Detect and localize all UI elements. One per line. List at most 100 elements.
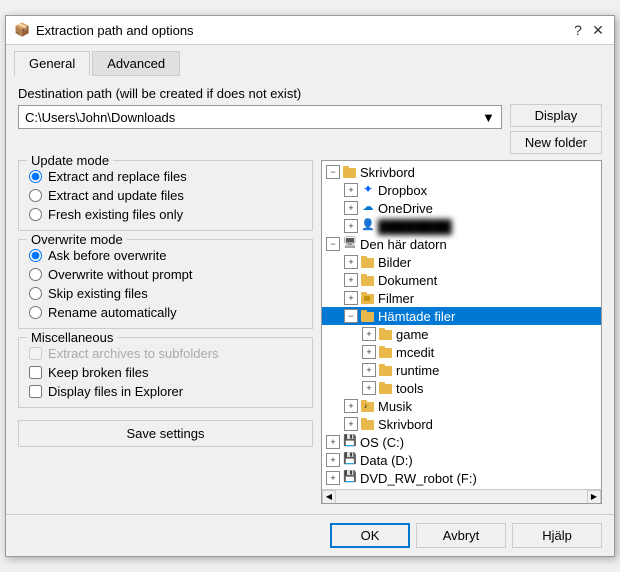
tree-expand-dvd[interactable]: + bbox=[326, 471, 340, 485]
tree-expand-skrivbord[interactable]: − bbox=[326, 165, 340, 179]
tab-general[interactable]: General bbox=[14, 51, 90, 76]
tree-expand-tools[interactable]: + bbox=[362, 381, 376, 395]
tree-item-label-mcedit: mcedit bbox=[396, 345, 434, 360]
tree-item-label-filmer: Filmer bbox=[378, 291, 414, 306]
tree-expand-blurred[interactable]: + bbox=[344, 219, 358, 233]
radio-extract-replace-input[interactable] bbox=[29, 170, 42, 183]
help-button[interactable]: Hjälp bbox=[512, 523, 602, 548]
tree-item-filmer[interactable]: + Filmer bbox=[322, 289, 601, 307]
main-content: Destination path (will be created if doe… bbox=[6, 76, 614, 514]
tree-item-bilder[interactable]: + Bilder bbox=[322, 253, 601, 271]
ok-button[interactable]: OK bbox=[330, 523, 410, 548]
main-area: Update mode Extract and replace files Ex… bbox=[18, 160, 602, 504]
miscellaneous-group: Miscellaneous Extract archives to subfol… bbox=[18, 337, 313, 408]
dest-label: Destination path (will be created if doe… bbox=[18, 86, 502, 101]
radio-fresh-existing-input[interactable] bbox=[29, 208, 42, 221]
scroll-right-button[interactable]: ▶ bbox=[587, 490, 601, 504]
tree-expand-runtime[interactable]: + bbox=[362, 363, 376, 377]
help-icon-btn[interactable]: ? bbox=[570, 22, 586, 38]
tree-item-musik[interactable]: + ♪ Musik bbox=[322, 397, 601, 415]
radio-ask-before-input[interactable] bbox=[29, 249, 42, 262]
tree-item-os_c[interactable]: +💾OS (C:) bbox=[322, 433, 601, 451]
tree-expand-dokument[interactable]: + bbox=[344, 273, 358, 287]
new-folder-button[interactable]: New folder bbox=[510, 131, 602, 154]
overwrite-mode-group: Overwrite mode Ask before overwrite Over… bbox=[18, 239, 313, 329]
scroll-track-h bbox=[336, 490, 587, 504]
check-extract-subfolders: Extract archives to subfolders bbox=[29, 346, 302, 361]
title-bar-controls: ? ✕ bbox=[570, 22, 606, 38]
tree-item-runtime[interactable]: + runtime bbox=[322, 361, 601, 379]
radio-fresh-existing-label[interactable]: Fresh existing files only bbox=[48, 207, 183, 222]
radio-extract-update-label[interactable]: Extract and update files bbox=[48, 188, 184, 203]
tab-advanced[interactable]: Advanced bbox=[92, 51, 180, 76]
radio-skip-existing-label[interactable]: Skip existing files bbox=[48, 286, 148, 301]
folder-icon bbox=[360, 254, 376, 270]
update-mode-group: Update mode Extract and replace files Ex… bbox=[18, 160, 313, 231]
check-display-explorer-input[interactable] bbox=[29, 385, 42, 398]
check-display-explorer-label[interactable]: Display files in Explorer bbox=[48, 384, 183, 399]
folder-tree[interactable]: − Skrivbord+✦Dropbox+☁OneDrive+👤████████… bbox=[322, 161, 601, 489]
tree-expand-skrivbord2[interactable]: + bbox=[344, 417, 358, 431]
dropdown-arrow-icon: ▼ bbox=[482, 110, 495, 125]
radio-rename-auto-label[interactable]: Rename automatically bbox=[48, 305, 177, 320]
folder-icon bbox=[342, 164, 358, 180]
tree-expand-filmer[interactable]: + bbox=[344, 291, 358, 305]
tree-item-label-skrivbord: Skrivbord bbox=[360, 165, 415, 180]
tree-item-data_d[interactable]: +💾Data (D:) bbox=[322, 451, 601, 469]
tree-item-tools[interactable]: + tools bbox=[322, 379, 601, 397]
radio-extract-update: Extract and update files bbox=[29, 188, 302, 203]
radio-skip-existing: Skip existing files bbox=[29, 286, 302, 301]
tree-item-label-dokument: Dokument bbox=[378, 273, 437, 288]
close-button[interactable]: ✕ bbox=[590, 22, 606, 38]
dropbox-icon: ✦ bbox=[360, 182, 376, 198]
tree-item-label-game: game bbox=[396, 327, 429, 342]
tree-item-label-runtime: runtime bbox=[396, 363, 439, 378]
save-settings-button[interactable]: Save settings bbox=[18, 420, 313, 447]
tree-expand-den_har_datorn[interactable]: − bbox=[326, 237, 340, 251]
tree-item-label-musik: Musik bbox=[378, 399, 412, 414]
tree-item-game[interactable]: + game bbox=[322, 325, 601, 343]
tree-item-blurred[interactable]: +👤████████ bbox=[322, 217, 601, 235]
check-extract-subfolders-label[interactable]: Extract archives to subfolders bbox=[48, 346, 219, 361]
tree-expand-hamtade_filer[interactable]: − bbox=[344, 309, 358, 323]
radio-extract-update-input[interactable] bbox=[29, 189, 42, 202]
radio-rename-auto: Rename automatically bbox=[29, 305, 302, 320]
check-keep-broken: Keep broken files bbox=[29, 365, 302, 380]
path-combobox[interactable]: C:\Users\John\Downloads ▼ bbox=[18, 105, 502, 129]
check-keep-broken-label[interactable]: Keep broken files bbox=[48, 365, 148, 380]
tree-expand-bilder[interactable]: + bbox=[344, 255, 358, 269]
check-extract-subfolders-input[interactable] bbox=[29, 347, 42, 360]
check-keep-broken-input[interactable] bbox=[29, 366, 42, 379]
check-display-explorer: Display files in Explorer bbox=[29, 384, 302, 399]
radio-ask-before-label[interactable]: Ask before overwrite bbox=[48, 248, 167, 263]
dialog-title: Extraction path and options bbox=[36, 23, 194, 38]
bottom-bar: OK Avbryt Hjälp bbox=[6, 514, 614, 556]
display-button[interactable]: Display bbox=[510, 104, 602, 127]
tree-item-dropbox[interactable]: +✦Dropbox bbox=[322, 181, 601, 199]
tree-expand-data_d[interactable]: + bbox=[326, 453, 340, 467]
tree-item-skrivbord2[interactable]: + Skrivbord bbox=[322, 415, 601, 433]
tree-expand-musik[interactable]: + bbox=[344, 399, 358, 413]
tree-item-label-blurred: ████████ bbox=[378, 219, 452, 234]
tree-expand-game[interactable]: + bbox=[362, 327, 376, 341]
cancel-button[interactable]: Avbryt bbox=[416, 523, 506, 548]
tree-item-dokument[interactable]: + Dokument bbox=[322, 271, 601, 289]
tree-item-onedrive[interactable]: +☁OneDrive bbox=[322, 199, 601, 217]
tree-item-mcedit[interactable]: + mcedit bbox=[322, 343, 601, 361]
tree-item-label-onedrive: OneDrive bbox=[378, 201, 433, 216]
radio-overwrite-no-prompt-input[interactable] bbox=[29, 268, 42, 281]
tree-expand-onedrive[interactable]: + bbox=[344, 201, 358, 215]
tree-item-dvd[interactable]: +💾DVD_RW_robot (F:) bbox=[322, 469, 601, 487]
tree-item-hamtade_filer[interactable]: − Hämtade filer bbox=[322, 307, 601, 325]
radio-rename-auto-input[interactable] bbox=[29, 306, 42, 319]
scroll-left-button[interactable]: ◀ bbox=[322, 490, 336, 504]
onedrive-icon: ☁ bbox=[360, 200, 376, 216]
radio-skip-existing-input[interactable] bbox=[29, 287, 42, 300]
tree-expand-os_c[interactable]: + bbox=[326, 435, 340, 449]
tree-expand-mcedit[interactable]: + bbox=[362, 345, 376, 359]
radio-overwrite-no-prompt-label[interactable]: Overwrite without prompt bbox=[48, 267, 193, 282]
radio-extract-replace-label[interactable]: Extract and replace files bbox=[48, 169, 187, 184]
tree-expand-dropbox[interactable]: + bbox=[344, 183, 358, 197]
tree-item-skrivbord[interactable]: − Skrivbord bbox=[322, 163, 601, 181]
tree-item-den_har_datorn[interactable]: −🖥Den här datorn bbox=[322, 235, 601, 253]
